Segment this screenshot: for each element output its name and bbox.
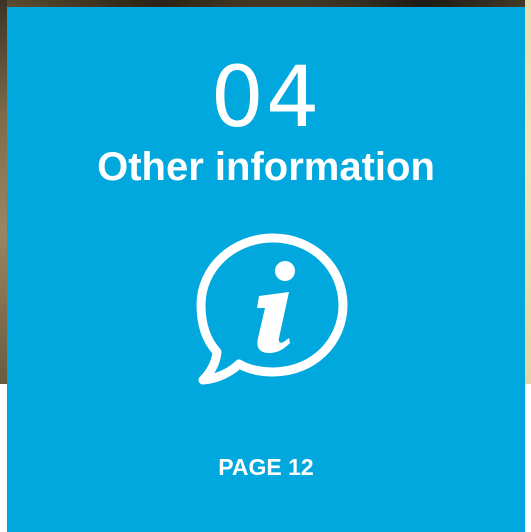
info-speech-bubble-icon xyxy=(196,233,348,385)
section-card[interactable]: 04 Other information PAGE 12 xyxy=(7,7,525,532)
section-number: 04 xyxy=(210,48,322,146)
background-photo-right-edge xyxy=(525,0,531,384)
page-reference-label[interactable]: PAGE 12 xyxy=(7,453,525,481)
section-title: Other information xyxy=(97,145,435,189)
background-photo-left-edge xyxy=(0,0,7,384)
